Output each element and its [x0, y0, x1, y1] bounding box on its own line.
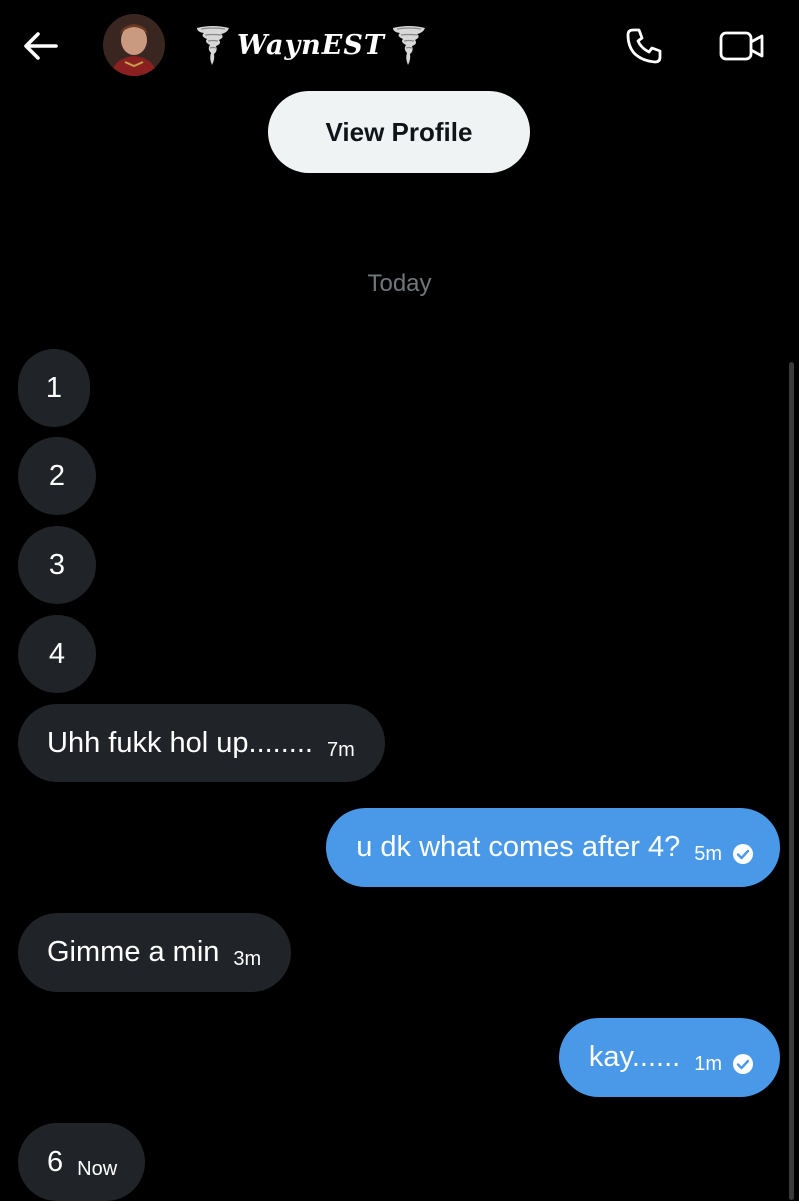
- date-separator: Today: [367, 270, 432, 297]
- message-timestamp: 7m: [326, 738, 355, 761]
- contact-name[interactable]: WaynEST: [195, 22, 427, 68]
- conversation-header: WaynEST: [0, 0, 799, 90]
- tornado-icon: [392, 26, 425, 65]
- message-text: 3: [48, 548, 66, 581]
- message-text: Gimme a min: [47, 936, 220, 968]
- check-circle-icon: [733, 1053, 753, 1074]
- profile-avatar: [103, 14, 165, 76]
- tornado-icon: [197, 26, 229, 65]
- message-timestamp: 5m: [694, 843, 722, 865]
- video-call-button[interactable]: [716, 24, 768, 68]
- phone-icon: [626, 28, 662, 64]
- message-text: 6: [47, 1145, 64, 1178]
- view-profile-button[interactable]: View Profile: [268, 91, 530, 173]
- message-text: Uhh fukk hol up........: [47, 726, 313, 759]
- message-text: 2: [48, 459, 66, 492]
- message-bubble-outgoing[interactable]: kay...... 1m: [558, 1018, 780, 1097]
- message-bubble-incoming[interactable]: Gimme a min 3m: [18, 913, 292, 992]
- message-bubble-outgoing[interactable]: u dk what comes after 4? 5m: [326, 808, 780, 887]
- contact-name-text: WaynEST: [237, 29, 385, 61]
- arrow-left-icon: [24, 32, 58, 60]
- message-bubble-incoming[interactable]: Uhh fukk hol up........ 7m: [18, 704, 385, 782]
- message-bubble-incoming[interactable]: 4: [18, 615, 96, 693]
- message-bubble-incoming[interactable]: 1: [18, 349, 90, 427]
- message-text: 4: [48, 637, 66, 670]
- message-text: 1: [45, 371, 63, 404]
- message-bubble-incoming[interactable]: 6 Now: [18, 1123, 146, 1201]
- check-circle-icon: [733, 843, 753, 864]
- message-bubble-incoming[interactable]: 3: [18, 526, 96, 604]
- message-timestamp: Now: [77, 1157, 118, 1180]
- message-timestamp: 1m: [694, 1053, 722, 1075]
- message-text: kay......: [588, 1041, 681, 1073]
- scrollbar[interactable]: [789, 362, 794, 1200]
- message-timestamp: 3m: [233, 948, 262, 970]
- back-button[interactable]: [18, 24, 62, 68]
- avatar[interactable]: [103, 14, 165, 76]
- message-text: u dk what comes after 4?: [356, 831, 681, 863]
- message-bubble-incoming[interactable]: 2: [18, 437, 96, 515]
- call-button[interactable]: [622, 24, 666, 68]
- video-camera-icon: [719, 31, 764, 61]
